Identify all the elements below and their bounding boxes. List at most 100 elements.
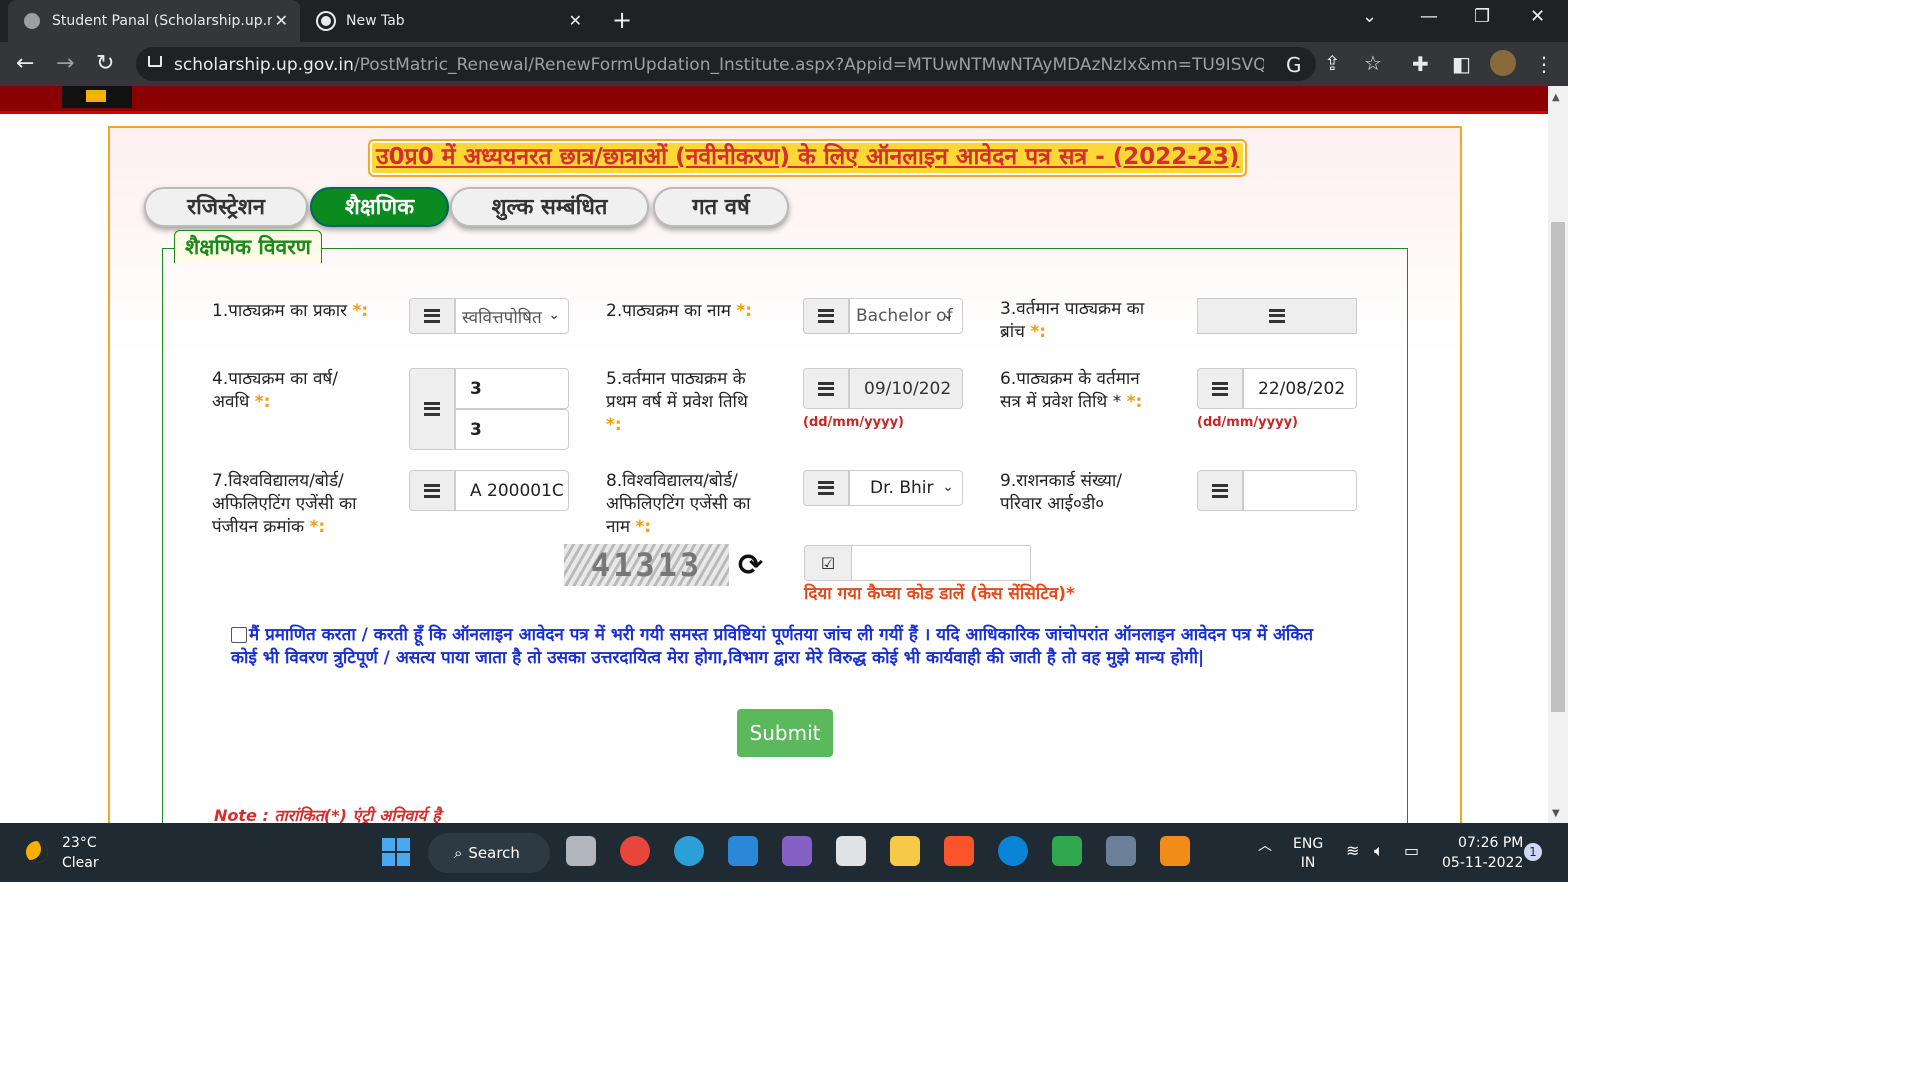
university-name-label: 8.विश्वविद्यालय/बोर्ड/अफिलिएटिंग एजेंसी … bbox=[606, 471, 751, 537]
bookmark-star-icon[interactable]: ☆ bbox=[1364, 51, 1382, 75]
scroll-up-icon[interactable]: ▲ bbox=[1552, 92, 1560, 103]
vlc-icon[interactable] bbox=[1160, 836, 1190, 866]
url-bar[interactable]: scholarship.up.gov.in/PostMatric_Renewal… bbox=[136, 47, 1382, 81]
battery-icon[interactable]: ▭ bbox=[1404, 841, 1419, 860]
tab-fee-related[interactable]: शुल्क सम्बंधित bbox=[450, 187, 649, 227]
windows-start-icon[interactable] bbox=[382, 838, 410, 866]
course-year-input[interactable]: 3 bbox=[455, 368, 569, 409]
wifi-icon[interactable]: ≋ bbox=[1346, 841, 1359, 860]
clock-time: 07:26 PM bbox=[1458, 835, 1524, 851]
home-logo[interactable] bbox=[62, 86, 132, 108]
university-name-select[interactable]: Dr. Bhir ⌄ bbox=[849, 470, 963, 506]
captcha-hint: दिया गया कैप्चा कोड डालें (केस सेंसिटिव)… bbox=[804, 584, 1075, 604]
chrome-icon bbox=[318, 13, 334, 29]
first-year-admission-label: 5.वर्तमान पाठ्यक्रम के प्रथम वर्ष में प्र… bbox=[606, 369, 748, 435]
address-toolbar: ← → ↻ scholarship.up.gov.in/PostMatric_R… bbox=[0, 42, 1568, 86]
chevron-up-icon[interactable]: ︿ bbox=[1258, 835, 1272, 855]
minimize-button[interactable]: — bbox=[1420, 6, 1438, 27]
close-tab-icon[interactable]: ✕ bbox=[569, 11, 582, 30]
windows-taskbar: 23°C Clear ⌕ Search ︿ ENG IN ≋ 🔈︎ ▭ 07:26 P… bbox=[0, 823, 1568, 882]
site-header bbox=[0, 86, 1548, 114]
browser-tab-bar: Student Panal (Scholarship.up.nic ✕ New … bbox=[0, 0, 1568, 42]
file-explorer-icon[interactable] bbox=[890, 836, 920, 866]
extensions-icon[interactable]: ✚ bbox=[1412, 52, 1429, 76]
list-icon bbox=[1269, 309, 1285, 323]
lang-line-2: IN bbox=[1300, 855, 1316, 871]
first-year-admission-date-input[interactable]: 09/10/202 bbox=[849, 368, 963, 409]
page-scrollbar[interactable]: ▲ ▼ bbox=[1548, 86, 1568, 823]
volume-icon[interactable]: 🔈︎ bbox=[1374, 841, 1384, 861]
reload-icon[interactable]: ↻ bbox=[96, 51, 114, 76]
skype-icon[interactable] bbox=[998, 836, 1028, 866]
course-type-select[interactable]: स्ववित्तपोषित ⌄ bbox=[455, 298, 569, 334]
menu-kebab-icon[interactable]: ⋮ bbox=[1534, 52, 1554, 76]
close-tab-icon[interactable]: ✕ bbox=[275, 11, 288, 30]
language-indicator[interactable]: ENG IN bbox=[1293, 835, 1323, 873]
notification-badge[interactable]: 1 bbox=[1524, 843, 1542, 861]
university-registration-input[interactable]: A 200001C bbox=[455, 470, 569, 511]
weather-temp: 23°C bbox=[62, 835, 97, 851]
captcha-input[interactable] bbox=[851, 545, 1031, 581]
ration-card-input[interactable] bbox=[1243, 470, 1357, 511]
list-icon bbox=[409, 470, 455, 511]
chevron-down-icon: ⌄ bbox=[942, 307, 954, 323]
tab-search-icon[interactable]: ⌄ bbox=[1362, 6, 1377, 27]
chrome-taskbar-icon[interactable] bbox=[620, 836, 650, 866]
globe-icon bbox=[24, 13, 40, 29]
clock-date: 05-11-2022 bbox=[1442, 855, 1524, 871]
xbox-icon[interactable] bbox=[1052, 836, 1082, 866]
page-title: उ0प्र0 में अध्ययनरत छात्र/छात्राओं (नवीन… bbox=[368, 139, 1248, 177]
system-clock[interactable]: 07:26 PM 05-11-2022 bbox=[1442, 833, 1523, 873]
edge-icon[interactable] bbox=[674, 836, 704, 866]
browser-tab-new-tab[interactable]: New Tab ✕ bbox=[302, 0, 594, 42]
share-icon[interactable]: ⇪ bbox=[1324, 51, 1341, 75]
course-name-select[interactable]: Bachelor of ⌄ bbox=[849, 298, 963, 334]
chevron-down-icon: ⌄ bbox=[942, 479, 954, 495]
tab-academic[interactable]: शैक्षणिक bbox=[310, 187, 449, 227]
course-year-label: 4.पाठ्यक्रम का वर्ष/अवधि *: bbox=[212, 369, 338, 412]
profile-avatar[interactable] bbox=[1490, 50, 1516, 76]
tab-title: New Tab bbox=[346, 13, 405, 29]
current-session-admission-date-input[interactable]: 22/08/202 bbox=[1243, 368, 1357, 409]
google-icon[interactable]: G bbox=[1286, 53, 1302, 77]
tab-registration[interactable]: रजिस्ट्रेशन bbox=[144, 187, 308, 227]
declaration-text: मैं प्रमाणित करता / करती हूँ कि ऑनलाइन आ… bbox=[231, 625, 1314, 668]
date-format-hint: (dd/mm/yyyy) bbox=[1197, 415, 1298, 430]
lock-icon[interactable] bbox=[148, 56, 162, 67]
restore-button[interactable]: ❐ bbox=[1474, 6, 1490, 27]
tab-title: Student Panal (Scholarship.up.nic bbox=[52, 13, 272, 29]
task-view-icon[interactable] bbox=[566, 836, 596, 866]
list-icon bbox=[409, 298, 455, 334]
list-icon bbox=[1197, 470, 1243, 511]
date-format-hint: (dd/mm/yyyy) bbox=[803, 415, 904, 430]
course-duration-input[interactable]: 3 bbox=[455, 409, 569, 450]
close-window-button[interactable]: ✕ bbox=[1530, 6, 1545, 27]
tab-previous-year[interactable]: गत वर्ष bbox=[653, 187, 789, 227]
forward-icon[interactable]: → bbox=[56, 51, 74, 76]
app-icon[interactable] bbox=[1106, 836, 1136, 866]
list-icon bbox=[409, 368, 455, 450]
visual-studio-icon[interactable] bbox=[782, 836, 812, 866]
weather-condition: Clear bbox=[62, 855, 99, 871]
required-note: Note : तारांकित(*) एंट्री अनिवार्य है bbox=[214, 806, 441, 823]
browser-tab-student-panal[interactable]: Student Panal (Scholarship.up.nic ✕ bbox=[8, 0, 300, 42]
branch-field[interactable] bbox=[1197, 298, 1357, 334]
url-text: scholarship.up.gov.in/PostMatric_Renewal… bbox=[174, 55, 1264, 75]
ration-card-label: 9.राशनकार्ड संख्या/परिवार आई०डी० bbox=[1000, 471, 1122, 514]
snipping-tool-icon[interactable] bbox=[836, 836, 866, 866]
refresh-captcha-icon[interactable]: ⟳ bbox=[738, 548, 763, 583]
submit-button[interactable]: Submit bbox=[737, 709, 833, 757]
scroll-down-icon[interactable]: ▼ bbox=[1552, 808, 1560, 819]
form-frame: उ0प्र0 में अध्ययनरत छात्र/छात्राओं (नवीन… bbox=[108, 126, 1462, 823]
section-title: शैक्षणिक विवरण bbox=[174, 230, 322, 263]
vscode-icon[interactable] bbox=[728, 836, 758, 866]
page-viewport: उ0प्र0 में अध्ययनरत छात्र/छात्राओं (नवीन… bbox=[0, 86, 1548, 823]
moon-icon bbox=[26, 841, 48, 863]
back-icon[interactable]: ← bbox=[16, 51, 34, 76]
side-panel-icon[interactable]: ◧ bbox=[1452, 52, 1471, 76]
taskbar-search[interactable]: ⌕ Search bbox=[428, 833, 550, 873]
new-tab-button[interactable]: + bbox=[612, 6, 632, 34]
scrollbar-thumb[interactable] bbox=[1551, 222, 1565, 712]
brave-icon[interactable] bbox=[944, 836, 974, 866]
weather-widget[interactable]: 23°C Clear bbox=[26, 833, 99, 873]
